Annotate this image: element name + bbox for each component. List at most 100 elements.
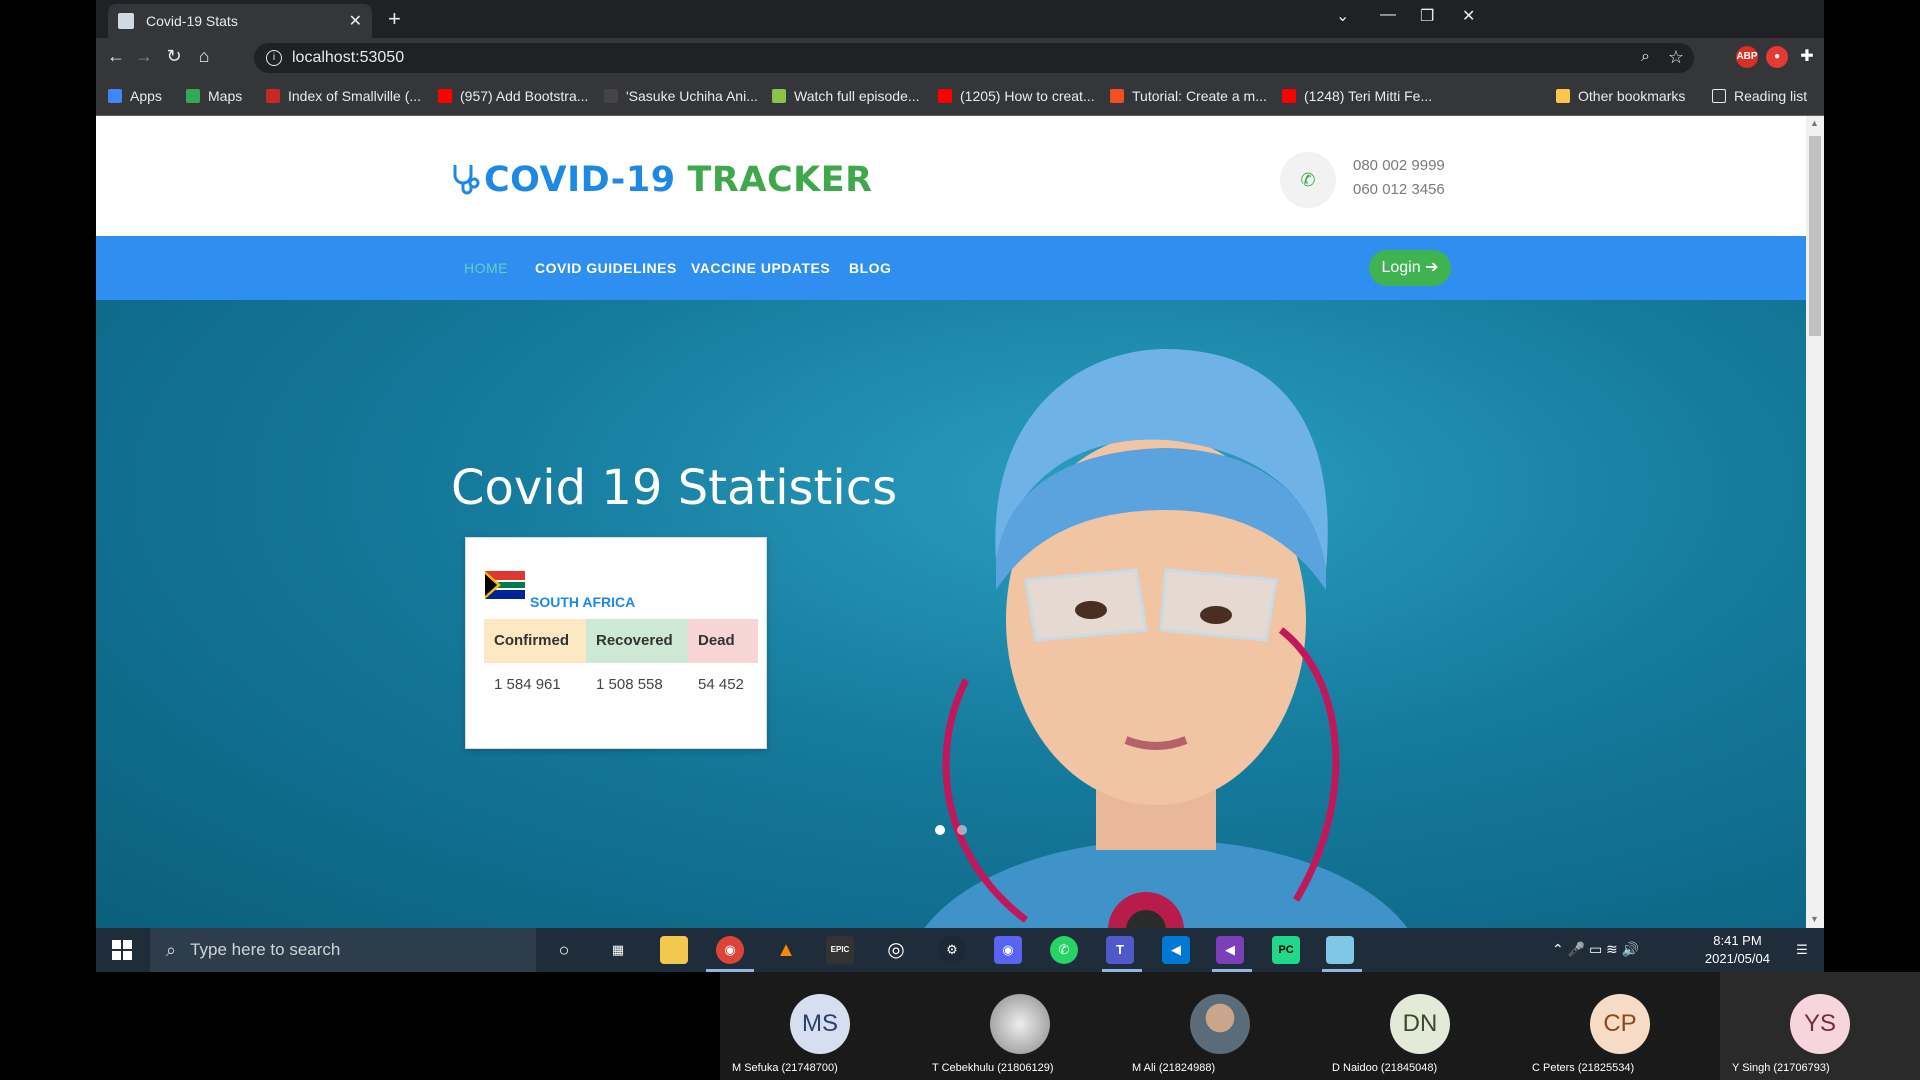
search-icon: ⌕ <box>166 939 177 960</box>
extensions-puzzle-icon[interactable]: ✚ <box>1796 46 1818 68</box>
reading-list-icon <box>1712 89 1726 103</box>
restore-icon[interactable]: ❐ <box>1420 6 1434 26</box>
avatar: YS <box>1790 994 1850 1054</box>
file-explorer-icon[interactable] <box>660 936 688 964</box>
phone-number-2: 060 012 3456 <box>1353 181 1445 198</box>
back-icon[interactable]: ← <box>104 46 128 67</box>
folder-icon <box>1556 89 1570 103</box>
close-window-icon[interactable]: ✕ <box>1462 6 1475 26</box>
microsoft-icon <box>1110 89 1124 103</box>
close-tab-icon[interactable]: ✕ <box>349 11 362 31</box>
desktop-screen: Covid-19 Stats ✕ + ⌄ — ❐ ✕ ← → ↻ ⌂ i loc… <box>0 0 1920 1080</box>
participant-tile[interactable]: M Ali (21824988) <box>1120 972 1320 1080</box>
clock-date: 2021/05/04 <box>1704 951 1770 966</box>
participant-tile[interactable]: T Cebekhulu (21806129) <box>920 972 1120 1080</box>
avatar: DN <box>1390 994 1450 1054</box>
avatar <box>1190 994 1250 1054</box>
participant-tile[interactable]: CP C Peters (21825534) <box>1520 972 1720 1080</box>
pycharm-icon[interactable]: PC <box>1272 936 1300 964</box>
adblock-icon[interactable]: ABP <box>1736 46 1758 68</box>
windows-start-icon[interactable] <box>112 940 132 960</box>
task-view-icon[interactable]: ▦ <box>604 936 632 964</box>
bookmark-watch[interactable]: Watch full episode... <box>772 88 920 104</box>
tab-title: Covid-19 Stats <box>146 13 238 29</box>
carousel-indicators <box>935 825 979 835</box>
discord-icon[interactable]: ◉ <box>994 936 1022 964</box>
home-icon[interactable]: ⌂ <box>192 46 216 67</box>
address-bar[interactable]: i localhost:53050 ⌕ ☆ <box>254 43 1694 73</box>
login-button[interactable]: Login ➔ <box>1369 250 1451 286</box>
bookmark-bootstrap[interactable]: (957) Add Bootstra... <box>438 88 588 104</box>
stats-header-row: Confirmed Recovered Dead <box>484 619 758 663</box>
notifications-icon[interactable]: ☰ <box>1788 936 1816 964</box>
participant-tile[interactable]: DN D Naidoo (21845048) <box>1320 972 1520 1080</box>
apps-grid-icon <box>108 89 122 103</box>
sign-in-icon: ➔ <box>1425 259 1439 276</box>
vlc-icon[interactable]: ▲ <box>772 936 800 964</box>
teams-icon[interactable]: T <box>1106 936 1134 964</box>
system-tray-icons[interactable]: ⌃ 🎤 ▭ ≋ 🔊 <box>1552 941 1639 958</box>
south-africa-flag-icon <box>485 571 525 599</box>
carousel-dot-1[interactable] <box>935 825 945 835</box>
page-scrollbar[interactable]: ▲ ▼ <box>1806 116 1824 928</box>
carousel-dot-2[interactable] <box>957 825 967 835</box>
url-text: localhost:53050 <box>292 49 405 66</box>
taskbar-search-placeholder: Type here to search <box>190 940 341 959</box>
participant-tile[interactable]: MS M Sefuka (21748700) <box>720 972 920 1080</box>
bookmark-sasuke[interactable]: 'Sasuke Uchiha Ani... <box>604 88 758 104</box>
phone-icon: ✆ <box>1280 152 1336 208</box>
site-info-icon[interactable]: i <box>266 50 282 66</box>
phone-number-1: 080 002 9999 <box>1353 157 1445 174</box>
bookmark-tutorial[interactable]: Tutorial: Create a m... <box>1110 88 1267 104</box>
forward-icon[interactable]: → <box>132 46 156 67</box>
clock-time: 8:41 PM <box>1713 933 1762 948</box>
scroll-down-icon[interactable]: ▼ <box>1810 914 1819 924</box>
site-logo[interactable]: COVID-19 TRACKER <box>450 160 873 200</box>
hero-title: Covid 19 Statistics <box>451 460 898 516</box>
site-icon <box>604 89 618 103</box>
vscode-icon[interactable]: ◀ <box>1162 936 1190 964</box>
steam-icon[interactable]: ⚙ <box>938 936 966 964</box>
cortana-icon[interactable]: ○ <box>550 936 578 964</box>
bookmark-smallville[interactable]: Index of Smallville (... <box>266 88 421 104</box>
tab-search-icon[interactable]: ⌄ <box>1336 6 1349 26</box>
clock[interactable]: 8:41 PM 2021/05/04 <box>1705 932 1770 968</box>
tab-covid-stats[interactable]: Covid-19 Stats ✕ <box>108 4 372 38</box>
obs-icon[interactable]: ◎ <box>882 936 910 964</box>
reload-icon[interactable]: ↻ <box>162 46 186 67</box>
value-recovered: 1 508 558 <box>596 676 663 693</box>
epic-games-icon[interactable]: EPIC <box>826 936 854 964</box>
scrollbar-thumb[interactable] <box>1809 136 1821 336</box>
web-page: COVID-19 TRACKER ✆ 080 002 9999 060 012 … <box>96 116 1806 928</box>
reading-list[interactable]: Reading list <box>1712 88 1807 104</box>
bookmark-how-to[interactable]: (1205) How to creat... <box>938 88 1095 104</box>
whatsapp-icon[interactable]: ✆ <box>1050 936 1078 964</box>
other-bookmarks[interactable]: Other bookmarks <box>1556 88 1685 104</box>
taskbar-search[interactable]: ⌕ Type here to search <box>150 928 536 972</box>
value-dead: 54 452 <box>698 676 744 693</box>
app-icon[interactable] <box>1326 936 1354 964</box>
chrome-icon[interactable]: ◉ <box>716 936 744 964</box>
logo-text-tracker: TRACKER <box>687 160 873 200</box>
windows-taskbar: ⌕ Type here to search ○ ▦ ◉ ▲ EPIC ◎ ⚙ ◉… <box>96 928 1824 972</box>
meeting-participants: MS M Sefuka (21748700) T Cebekhulu (2180… <box>720 972 1920 1080</box>
hero-carousel: Covid 19 Statistics SOUTH AFRICA Confirm… <box>96 300 1806 928</box>
scroll-up-icon[interactable]: ▲ <box>1810 118 1819 128</box>
nav-covid-guidelines[interactable]: COVID GUIDELINES <box>535 260 677 276</box>
new-tab-button[interactable]: + <box>388 8 401 30</box>
header-recovered: Recovered <box>586 619 688 663</box>
nav-vaccine-updates[interactable]: VACCINE UPDATES <box>691 260 830 276</box>
visual-studio-icon[interactable]: ◀ <box>1216 936 1244 964</box>
main-nav: HOME COVID GUIDELINES VACCINE UPDATES BL… <box>96 236 1806 300</box>
bookmark-apps[interactable]: Apps <box>108 88 162 104</box>
zoom-icon[interactable]: ⌕ <box>1641 48 1650 66</box>
bookmark-maps[interactable]: Maps <box>186 88 242 104</box>
nav-home[interactable]: HOME <box>464 260 508 276</box>
header-confirmed: Confirmed <box>484 619 586 663</box>
bookmark-star-icon[interactable]: ☆ <box>1668 47 1684 68</box>
minimize-icon[interactable]: — <box>1380 6 1396 24</box>
bookmark-teri-mitti[interactable]: (1248) Teri Mitti Fe... <box>1282 88 1432 104</box>
participant-tile[interactable]: YS Y Singh (21706793) <box>1720 972 1920 1080</box>
extension-red-icon[interactable]: ● <box>1766 46 1788 68</box>
nav-blog[interactable]: BLOG <box>849 260 891 276</box>
